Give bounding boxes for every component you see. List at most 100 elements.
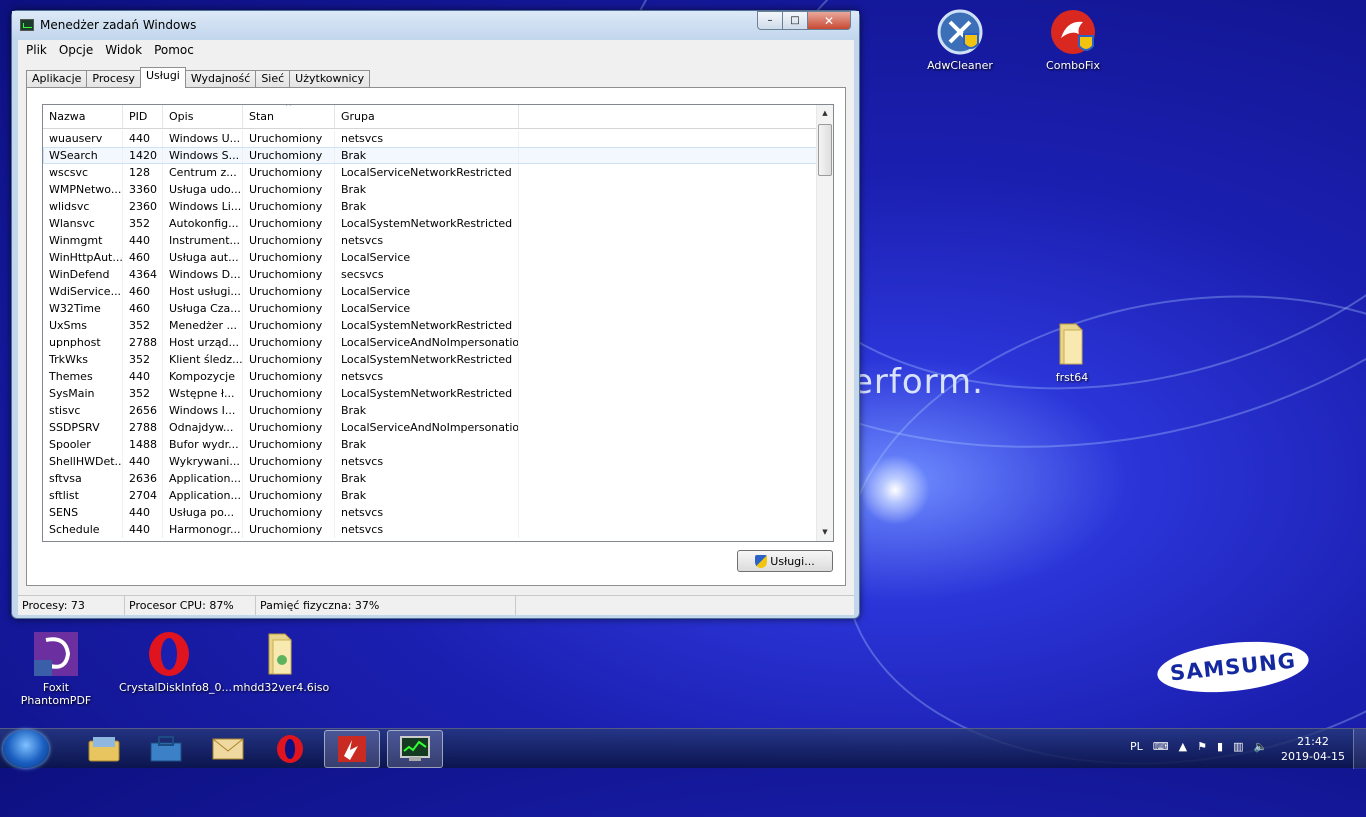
close-button[interactable]: ✕ <box>807 11 851 30</box>
table-row[interactable]: WinHttpAut... 460 Usługa aut... Uruchomiony… <box>43 249 817 266</box>
cell-group: netsvcs <box>335 521 519 538</box>
table-row[interactable]: Spooler 1488 Bufor wydr... Uruchomiony Brak <box>43 436 817 453</box>
column-header-description[interactable]: Opis <box>163 105 243 128</box>
column-header-status[interactable]: Stan ^ <box>243 105 335 128</box>
table-row[interactable]: WinDefend 4364 Windows D... Uruchomiony secs… <box>43 266 817 283</box>
power-icon[interactable]: ▮ <box>1217 740 1223 753</box>
clock-time: 21:42 <box>1297 735 1329 748</box>
table-row[interactable]: stisvc 2656 Windows I... Uruchomiony Brak <box>43 402 817 419</box>
desktop-icon-combofix[interactable]: ComboFix <box>1023 8 1123 72</box>
scroll-down-icon[interactable]: ▼ <box>817 524 833 541</box>
menu-help[interactable]: Pomoc <box>148 43 200 57</box>
cell-name: Spooler <box>43 436 123 453</box>
tab-users[interactable]: Użytkownicy <box>289 70 371 88</box>
cell-pid: 1488 <box>123 436 163 453</box>
table-row[interactable]: wscsvc 128 Centrum z... Uruchomiony LocalSer… <box>43 164 817 181</box>
taskbar-combofix[interactable] <box>324 730 380 768</box>
cell-status: Uruchomiony <box>243 232 335 249</box>
tab-applications[interactable]: Aplikacje <box>26 70 88 88</box>
cell-group: LocalService <box>335 249 519 266</box>
tab-network[interactable]: Sieć <box>255 70 291 88</box>
desktop-icon-frst64[interactable]: frst64 <box>1022 320 1122 384</box>
window-titlebar[interactable]: Menedżer zadań Windows <box>12 11 859 39</box>
menu-file[interactable]: Plik <box>20 43 53 57</box>
table-row[interactable]: SSDPSRV 2788 Odnajdyw... Uruchomiony LocalSe… <box>43 419 817 436</box>
show-desktop-button[interactable] <box>1353 729 1366 769</box>
cell-group: netsvcs <box>335 130 519 147</box>
cell-group: LocalService <box>335 300 519 317</box>
cell-pid: 440 <box>123 232 163 249</box>
tab-services[interactable]: Usługi <box>139 67 186 88</box>
table-row[interactable]: upnphost 2788 Host urząd... Uruchomiony Loca… <box>43 334 817 351</box>
cell-pid: 352 <box>123 317 163 334</box>
cell-name: WMPNetwo... <box>43 181 123 198</box>
table-row[interactable]: wlidsvc 2360 Windows Li... Uruchomiony Brak <box>43 198 817 215</box>
table-row[interactable]: WdiService... 460 Host usługi... Uruchomion… <box>43 283 817 300</box>
wallpaper-glow <box>860 455 930 525</box>
desktop-icon-label: ComboFix <box>1046 59 1100 72</box>
taskbar-opera[interactable] <box>262 730 318 768</box>
cell-name: UxSms <box>43 317 123 334</box>
scroll-thumb[interactable] <box>818 124 832 176</box>
language-indicator[interactable]: PL <box>1130 740 1143 753</box>
volume-icon[interactable]: 🔈 <box>1253 740 1267 753</box>
menu-options[interactable]: Opcje <box>53 43 99 57</box>
table-row[interactable]: sftvsa 2636 Application... Uruchomiony Brak <box>43 470 817 487</box>
taskbar-explorer[interactable] <box>76 730 132 768</box>
table-row[interactable]: Winmgmt 440 Instrument... Uruchomiony netsvc… <box>43 232 817 249</box>
clock[interactable]: 21:42 2019-04-15 <box>1281 734 1345 764</box>
tray-overflow-icon[interactable]: ▲ <box>1179 740 1187 753</box>
cell-description: Harmonogr... <box>163 521 243 538</box>
services-button[interactable]: Usługi... <box>737 550 833 572</box>
cell-status: Uruchomiony <box>243 130 335 147</box>
table-row[interactable]: UxSms 352 Menedżer ... Uruchomiony LocalSyst… <box>43 317 817 334</box>
scroll-up-icon[interactable]: ▲ <box>817 105 833 122</box>
cell-status: Uruchomiony <box>243 300 335 317</box>
services-button-label: Usługi... <box>770 554 815 568</box>
cell-description: Application... <box>163 470 243 487</box>
cell-description: Windows Li... <box>163 198 243 215</box>
menu-view[interactable]: Widok <box>99 43 148 57</box>
taskbar-app[interactable] <box>138 730 194 768</box>
table-row[interactable]: wuauserv 440 Windows U... Uruchomiony netsvc… <box>43 130 817 147</box>
table-row[interactable]: sftlist 2704 Application... Uruchomiony Brak <box>43 487 817 504</box>
table-row[interactable]: WSearch 1420 Windows S... Uruchomiony Brak <box>43 147 817 164</box>
vertical-scrollbar[interactable]: ▲ ▼ <box>816 105 833 541</box>
table-row[interactable]: Wlansvc 352 Autokonfig... Uruchomiony LocalS… <box>43 215 817 232</box>
cell-pid: 460 <box>123 300 163 317</box>
keyboard-icon[interactable]: ⌨ <box>1153 740 1169 753</box>
desktop-icon-mhdd[interactable]: mhdd32ver4.6iso <box>231 630 331 694</box>
table-row[interactable]: ShellHWDet... 440 Wykrywani... Uruchomiony n… <box>43 453 817 470</box>
tab-processes[interactable]: Procesy <box>86 70 141 88</box>
action-center-icon[interactable]: ⚑ <box>1197 740 1207 753</box>
start-button[interactable] <box>3 730 49 768</box>
desktop-icon-crystaldiskinfo[interactable]: CrystalDiskInfo8_0... <box>119 630 232 694</box>
task-manager-icon <box>400 736 430 761</box>
table-row[interactable]: WMPNetwo... 3360 Usługa udo... Uruchomiony B… <box>43 181 817 198</box>
maximize-button[interactable]: □ <box>782 11 808 30</box>
opera-icon <box>277 735 303 763</box>
cell-pid: 440 <box>123 453 163 470</box>
mail-icon <box>212 738 244 760</box>
cell-pid: 2360 <box>123 198 163 215</box>
taskbar-mail[interactable] <box>200 730 256 768</box>
column-header-pid[interactable]: PID <box>123 105 163 128</box>
table-row[interactable]: SysMain 352 Wstępne ł... Uruchomiony LocalSy… <box>43 385 817 402</box>
column-header-name[interactable]: Nazwa <box>43 105 123 128</box>
table-row[interactable]: Themes 440 Kompozycje Uruchomiony netsvcs <box>43 368 817 385</box>
table-row[interactable]: TrkWks 352 Klient śledz... Uruchomiony Local… <box>43 351 817 368</box>
table-row[interactable]: Schedule 440 Harmonogr... Uruchomiony netsvc… <box>43 521 817 538</box>
cell-name: ShellHWDet... <box>43 453 123 470</box>
table-row[interactable]: SENS 440 Usługa po... Uruchomiony netsvcs <box>43 504 817 521</box>
column-header-group[interactable]: Grupa <box>335 105 519 128</box>
cell-description: Usługa aut... <box>163 249 243 266</box>
table-row[interactable]: W32Time 460 Usługa Cza... Uruchomiony LocalS… <box>43 300 817 317</box>
desktop-icon-foxit[interactable]: Foxit PhantomPDF <box>6 630 106 707</box>
cell-group: secsvcs <box>335 266 519 283</box>
taskbar-task-manager[interactable] <box>387 730 443 768</box>
tab-performance[interactable]: Wydajność <box>184 70 257 88</box>
desktop-icon-adwcleaner[interactable]: AdwCleaner <box>910 8 1010 72</box>
network-icon[interactable]: ▥ <box>1233 740 1243 753</box>
cell-pid: 2788 <box>123 334 163 351</box>
minimize-button[interactable]: – <box>757 11 783 30</box>
